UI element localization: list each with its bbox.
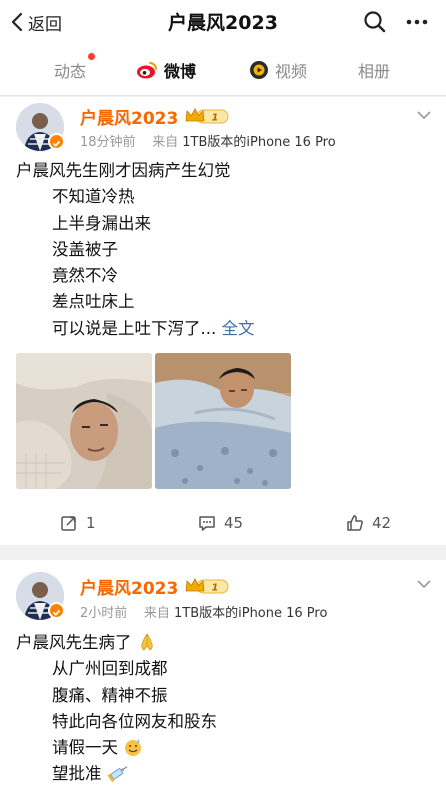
author-row: 户晨风2023 1: [80, 104, 230, 129]
post-line: 可以说是上吐下泻了...: [52, 318, 217, 338]
post-line: 没盖被子: [52, 239, 118, 259]
weibo-logo-icon: [137, 62, 157, 79]
tab-dongtai[interactable]: 动态: [54, 58, 86, 82]
notification-dot: [88, 53, 95, 60]
comment-count: 45: [224, 514, 244, 532]
post-line: 差点吐床上: [52, 292, 135, 312]
post-line: 上半身漏出来: [52, 213, 151, 233]
search-icon[interactable]: [362, 9, 388, 35]
author-name[interactable]: 户晨风2023: [80, 574, 178, 599]
full-text-link[interactable]: 全文: [222, 319, 255, 338]
chevron-down-icon[interactable]: [416, 109, 432, 121]
tab-weibo[interactable]: 微博: [136, 58, 196, 82]
repost-button[interactable]: 1: [60, 513, 96, 533]
post-line-6: 望批准: [16, 761, 217, 787]
tab-label: 视频: [275, 62, 308, 81]
member-badge[interactable]: 1: [184, 576, 230, 596]
author-row: 户晨风2023 1: [80, 574, 230, 599]
post-line: 望批准: [52, 764, 102, 784]
source-prefix: 来自: [143, 606, 170, 621]
member-level: 1: [212, 113, 219, 124]
crown-level-icon: 1: [185, 108, 229, 124]
chevron-down-icon[interactable]: [416, 578, 432, 590]
post-meta: 18分钟前 来自 1TB版本的iPhone 16 Pro: [80, 131, 336, 150]
more-options-icon[interactable]: [404, 9, 430, 35]
verified-badge-icon: [48, 602, 65, 619]
comment-button[interactable]: 45: [198, 513, 243, 533]
repost-count: 1: [86, 514, 96, 532]
post-time: 2小时前: [80, 606, 128, 621]
tab-label: 微博: [164, 62, 197, 81]
profile-tabs: 动态 微博 视频 相册: [0, 44, 446, 96]
photo-image: [155, 353, 291, 489]
post-text: 户晨风先生病了 从广州回到成都 腹痛、精神不振 特此向各位网友和股东 请假一天 …: [16, 630, 217, 788]
tab-xiangce[interactable]: 相册: [358, 58, 390, 82]
video-channel-icon: [250, 61, 268, 79]
member-level: 1: [212, 583, 219, 594]
thumbs-up-icon: [347, 515, 363, 531]
top-nav-bar: 返回 户晨风2023: [0, 0, 446, 44]
like-count: 42: [372, 514, 392, 532]
post-line-last: 可以说是上吐下泻了... 全文: [16, 316, 255, 342]
author-name[interactable]: 户晨风2023: [80, 104, 178, 129]
post-line: 从广州回到成都: [52, 659, 168, 679]
post-line: 户晨风先生刚才因病产生幻觉: [16, 161, 231, 180]
post-photo[interactable]: [16, 353, 152, 489]
crown-level-icon: 1: [185, 578, 229, 594]
weibo-post[interactable]: 户晨风2023 1 2小时前 来自 1TB版本的iPhone 16 Pro 户晨…: [0, 560, 446, 800]
source-prefix: 来自: [152, 135, 179, 150]
like-button[interactable]: 42: [346, 513, 391, 533]
post-text: 户晨风先生刚才因病产生幻觉 不知道冷热 上半身漏出来 没盖被子 竟然不冷 差点吐…: [16, 158, 255, 342]
post-line: 请假一天: [52, 738, 118, 758]
pray-emoji-icon: [141, 633, 153, 651]
sweat-smile-emoji-icon: [125, 739, 142, 757]
member-badge[interactable]: 1: [184, 106, 230, 126]
post-line: 户晨风先生病了: [16, 633, 132, 652]
post-line-first: 户晨风先生病了: [16, 630, 217, 656]
post-source: 1TB版本的iPhone 16 Pro: [182, 135, 336, 150]
tab-label: 相册: [358, 62, 391, 81]
post-time: 18分钟前: [80, 135, 136, 150]
photo-image: [16, 353, 152, 489]
syringe-emoji-icon: [107, 766, 128, 783]
post-meta: 2小时前 来自 1TB版本的iPhone 16 Pro: [80, 602, 327, 621]
post-line-5: 请假一天: [16, 735, 217, 761]
post-line: 不知道冷热: [52, 187, 135, 207]
post-line: 特此向各位网友和股东: [52, 711, 217, 731]
post-source: 1TB版本的iPhone 16 Pro: [173, 606, 328, 621]
post-actions: 1 45 42: [0, 509, 446, 537]
comment-icon: [199, 516, 215, 531]
tab-label: 动态: [54, 62, 87, 81]
tab-shipin[interactable]: 视频: [249, 58, 307, 82]
repost-icon: [61, 516, 76, 531]
verified-badge-icon: [48, 133, 65, 150]
post-line: 腹痛、精神不振: [52, 685, 168, 705]
post-line: 竟然不冷: [52, 266, 118, 286]
post-photo[interactable]: [155, 353, 291, 489]
weibo-post[interactable]: 户晨风2023 1 18分钟前 来自 1TB版本的iPhone 16 Pro 户…: [0, 97, 446, 545]
